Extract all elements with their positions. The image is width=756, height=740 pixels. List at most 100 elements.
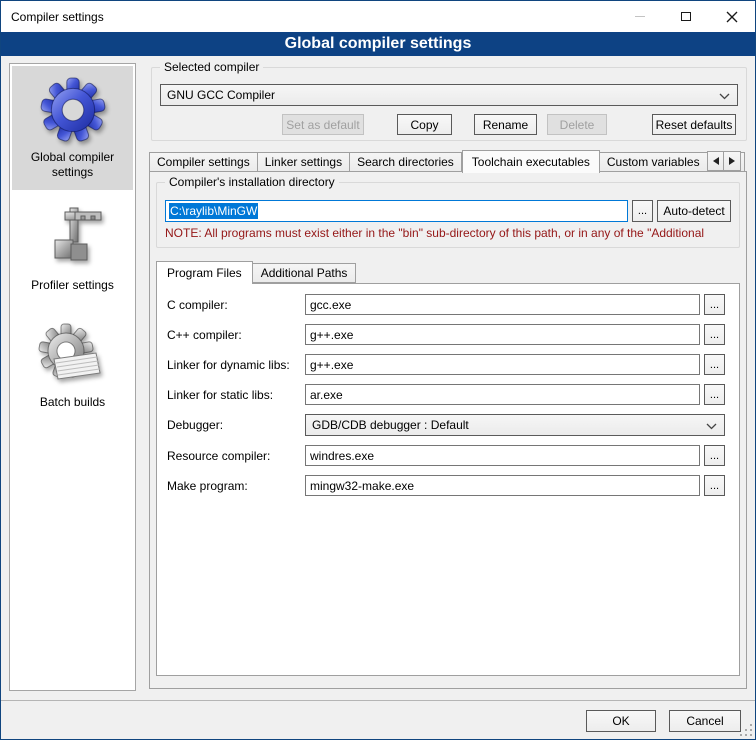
tab-label: Toolchain executables [472, 155, 590, 169]
caliper-icon [41, 205, 105, 271]
main-tabstrip: Compiler settings Linker settings Search… [149, 149, 749, 172]
tab-label: Additional Paths [261, 266, 348, 280]
field-row-c-compiler: C compiler: ... [167, 294, 725, 315]
tab-program-files[interactable]: Program Files [156, 261, 253, 284]
tab-scroll-right-button[interactable] [724, 151, 741, 171]
linker-dynamic-input[interactable] [305, 354, 700, 375]
ellipsis-icon: ... [710, 450, 719, 462]
browse-directory-button[interactable]: ... [632, 200, 653, 222]
sidebar-item-label: Global compiler settings [14, 150, 131, 180]
field-label: Linker for static libs: [167, 388, 305, 402]
blue-gear-icon [40, 77, 106, 143]
cancel-button[interactable]: Cancel [669, 710, 741, 732]
linker-static-browse-button[interactable]: ... [704, 384, 725, 405]
tab-label: Compiler settings [157, 155, 250, 169]
button-label: Rename [483, 118, 528, 132]
minimize-button[interactable] [617, 1, 663, 32]
cpp-compiler-input[interactable] [305, 324, 700, 345]
button-label: Reset defaults [656, 118, 733, 132]
sidebar-item-batch-builds[interactable]: Batch builds [12, 311, 133, 420]
dialog-body: Global compiler settings [1, 56, 755, 739]
scroll-right-icon [729, 157, 735, 165]
field-label: C++ compiler: [167, 328, 305, 342]
field-row-make-program: Make program: ... [167, 475, 725, 496]
c-compiler-input[interactable] [305, 294, 700, 315]
field-row-debugger: Debugger: GDB/CDB debugger : Default [167, 414, 725, 436]
tab-additional-paths[interactable]: Additional Paths [253, 263, 357, 283]
caption-buttons [617, 1, 755, 32]
resource-compiler-browse-button[interactable]: ... [704, 445, 725, 466]
make-program-input[interactable] [305, 475, 700, 496]
tab-compiler-settings[interactable]: Compiler settings [149, 152, 258, 172]
button-label: Set as default [286, 118, 359, 132]
tab-scroll-left-button[interactable] [707, 151, 724, 171]
gray-gear-papers-icon-wrap [14, 319, 131, 391]
settings-sidebar: Global compiler settings [9, 63, 136, 691]
ellipsis-icon: ... [710, 480, 719, 492]
caliper-icon-wrap [14, 202, 131, 274]
delete-button: Delete [547, 114, 607, 135]
chevron-down-icon [719, 93, 730, 100]
field-label: Linker for dynamic libs: [167, 358, 305, 372]
sidebar-item-global-compiler-settings[interactable]: Global compiler settings [12, 66, 133, 190]
installation-directory-row: C:\raylib\MinGW ... Auto-detect [165, 200, 731, 222]
compiler-settings-dialog: Compiler settings Global compiler settin… [0, 0, 756, 740]
ellipsis-icon: ... [710, 299, 719, 311]
ok-button[interactable]: OK [586, 710, 656, 732]
sidebar-item-label: Profiler settings [14, 278, 131, 293]
program-files-notebook: Program Files Additional Paths C compile… [156, 260, 740, 676]
reset-defaults-button[interactable]: Reset defaults [652, 114, 736, 135]
ellipsis-icon: ... [710, 329, 719, 341]
copy-button[interactable]: Copy [397, 114, 452, 135]
sidebar-item-label: Batch builds [14, 395, 131, 410]
tab-scroll-buttons [707, 151, 741, 171]
main-panel: Selected compiler GNU GCC Compiler Set a… [143, 63, 749, 691]
tab-custom-variables[interactable]: Custom variables [600, 152, 708, 172]
tab-label: Program Files [167, 266, 242, 280]
linker-dynamic-browse-button[interactable]: ... [704, 354, 725, 375]
tab-toolchain-executables[interactable]: Toolchain executables [462, 150, 600, 173]
close-button[interactable] [709, 1, 755, 32]
toolchain-executables-page: Compiler's installation directory C:\ray… [149, 171, 747, 689]
tab-label: Linker settings [265, 155, 342, 169]
field-row-linker-static: Linker for static libs: ... [167, 384, 725, 405]
c-compiler-browse-button[interactable]: ... [704, 294, 725, 315]
chevron-down-icon [706, 423, 717, 430]
sidebar-item-profiler-settings[interactable]: Profiler settings [12, 194, 133, 303]
group-label: Compiler's installation directory [165, 175, 339, 189]
blue-gear-icon-wrap [14, 74, 131, 146]
maximize-button[interactable] [663, 1, 709, 32]
tab-label: Custom variables [607, 155, 700, 169]
installation-directory-group: Compiler's installation directory C:\ray… [156, 182, 740, 248]
ellipsis-icon: ... [710, 389, 719, 401]
dialog-banner: Global compiler settings [1, 32, 755, 56]
resource-compiler-input[interactable] [305, 445, 700, 466]
installation-directory-input[interactable]: C:\raylib\MinGW [165, 200, 628, 222]
field-label: Debugger: [167, 418, 305, 432]
button-label: OK [612, 714, 629, 728]
resize-grip[interactable] [740, 724, 753, 737]
selected-compiler-group: Selected compiler GNU GCC Compiler Set a… [151, 67, 747, 141]
debugger-select[interactable]: GDB/CDB debugger : Default [305, 414, 725, 436]
make-program-browse-button[interactable]: ... [704, 475, 725, 496]
auto-detect-button[interactable]: Auto-detect [657, 200, 731, 222]
tab-linker-settings[interactable]: Linker settings [258, 152, 350, 172]
field-row-cpp-compiler: C++ compiler: ... [167, 324, 725, 345]
tab-search-directories[interactable]: Search directories [350, 152, 462, 172]
maximize-icon [681, 12, 691, 21]
selected-text: C:\raylib\MinGW [169, 203, 258, 219]
close-icon [726, 11, 738, 23]
compiler-buttons-row: Set as default Copy Rename Delete Reset … [152, 114, 746, 135]
scroll-left-icon [713, 157, 719, 165]
cpp-compiler-browse-button[interactable]: ... [704, 324, 725, 345]
footer-divider [1, 700, 755, 701]
rename-button[interactable]: Rename [474, 114, 537, 135]
field-row-linker-dynamic: Linker for dynamic libs: ... [167, 354, 725, 375]
program-files-tabstrip: Program Files Additional Paths [156, 260, 740, 283]
group-label: Selected compiler [160, 60, 263, 74]
button-label: Cancel [686, 714, 723, 728]
compiler-select[interactable]: GNU GCC Compiler [160, 84, 738, 106]
program-files-page: C compiler: ... C++ compiler: ... [156, 283, 740, 676]
linker-static-input[interactable] [305, 384, 700, 405]
debugger-select-value: GDB/CDB debugger : Default [312, 418, 469, 432]
